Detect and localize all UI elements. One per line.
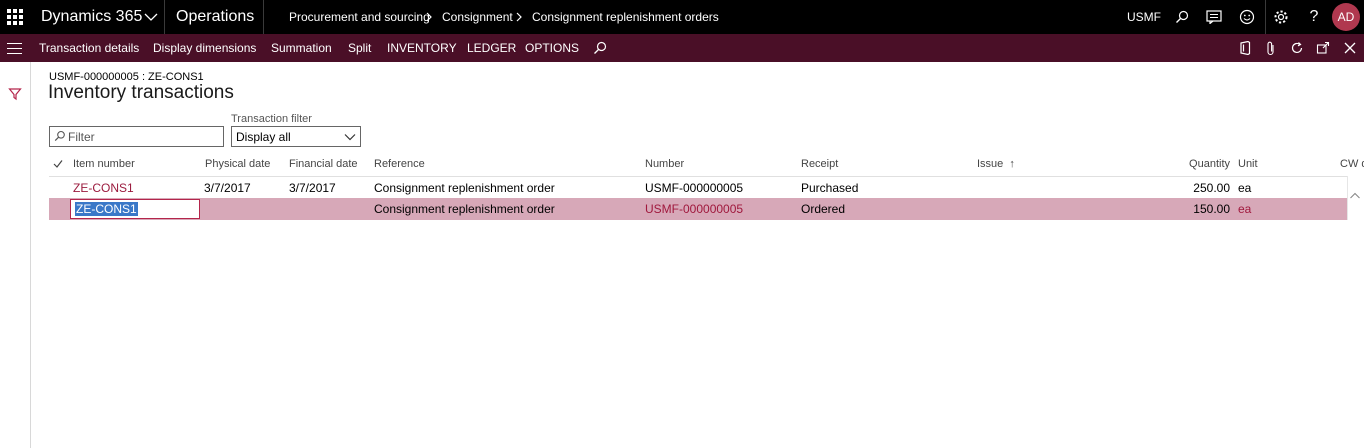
action-split[interactable]: Split — [348, 34, 371, 62]
grid-right-divider — [1347, 176, 1348, 220]
column-header-physical-date[interactable]: Physical date — [205, 158, 270, 174]
message-icon[interactable] — [1198, 0, 1230, 34]
item-number-edit-field[interactable]: ZE-CONS1 — [70, 199, 200, 219]
unit-link[interactable]: ea — [1238, 202, 1251, 216]
office-icon[interactable] — [1236, 39, 1254, 57]
chevron-down-icon[interactable] — [143, 9, 159, 25]
tab-inventory[interactable]: INVENTORY — [387, 34, 457, 62]
search-icon[interactable] — [591, 39, 609, 57]
column-header-unit[interactable]: Unit — [1238, 158, 1258, 174]
quantity-cell: 250.00 — [1193, 181, 1230, 195]
quantity-cell: 150.00 — [1193, 202, 1230, 216]
item-number-link[interactable]: ZE-CONS1 — [73, 181, 134, 195]
table-row-selected[interactable]: ZE-CONS1 Consignment replenishment order… — [49, 198, 1347, 220]
action-transaction-details[interactable]: Transaction details — [39, 34, 139, 62]
column-header-issue-label: Issue — [977, 158, 1004, 170]
chevron-right-icon — [426, 12, 432, 22]
avatar[interactable]: AD — [1332, 3, 1360, 31]
select-all-checkmark-icon[interactable] — [53, 159, 63, 169]
app-launcher-icon[interactable] — [0, 0, 30, 34]
receipt-cell: Purchased — [801, 181, 859, 195]
filter-field[interactable] — [49, 126, 224, 147]
transaction-filter-value: Display all — [236, 130, 291, 144]
column-header-reference[interactable]: Reference — [374, 158, 425, 174]
app-name[interactable]: Dynamics 365 — [41, 0, 142, 34]
attachment-icon[interactable] — [1262, 39, 1280, 57]
gear-icon[interactable] — [1265, 0, 1297, 34]
scroll-up-chevron-icon[interactable] — [1349, 190, 1361, 202]
search-icon[interactable] — [1166, 0, 1198, 34]
breadcrumb-procurement[interactable]: Procurement and sourcing — [289, 0, 430, 34]
financial-date-cell: 3/7/2017 — [289, 181, 336, 195]
column-header-quantity[interactable]: Quantity — [1174, 158, 1230, 174]
tab-ledger[interactable]: LEDGER — [467, 34, 516, 62]
divider — [263, 0, 264, 34]
smiley-icon[interactable] — [1231, 0, 1263, 34]
number-link[interactable]: USMF-000000005 — [645, 202, 743, 216]
table-row[interactable]: ZE-CONS1 3/7/2017 3/7/2017 Consignment r… — [49, 176, 1347, 198]
left-rail — [0, 62, 31, 448]
tab-options[interactable]: OPTIONS — [525, 34, 579, 62]
column-header-financial-date[interactable]: Financial date — [289, 158, 358, 174]
physical-date-cell: 3/7/2017 — [204, 181, 251, 195]
item-number-selected-text: ZE-CONS1 — [75, 202, 138, 216]
receipt-cell: Ordered — [801, 202, 846, 216]
chevron-right-icon — [516, 12, 522, 22]
unit-cell: ea — [1238, 181, 1252, 195]
chevron-down-icon — [344, 134, 356, 141]
column-header-receipt[interactable]: Receipt — [801, 158, 838, 174]
number-cell: USMF-000000005 — [645, 181, 744, 195]
company-selector[interactable]: USMF — [1127, 0, 1161, 34]
column-header-issue[interactable]: Issue ↑ — [977, 158, 1015, 174]
reference-cell: Consignment replenishment order — [374, 181, 555, 195]
refresh-icon[interactable] — [1288, 39, 1306, 57]
transaction-filter-label: Transaction filter — [231, 113, 312, 125]
action-summation[interactable]: Summation — [271, 34, 332, 62]
reference-cell: Consignment replenishment order — [374, 202, 555, 216]
popout-icon[interactable] — [1314, 39, 1332, 57]
module-name[interactable]: Operations — [176, 0, 254, 34]
hamburger-menu-icon[interactable] — [7, 43, 22, 54]
column-header-cw-quantity[interactable]: CW q — [1340, 158, 1364, 174]
action-display-dimensions[interactable]: Display dimensions — [153, 34, 256, 62]
column-header-number[interactable]: Number — [645, 158, 684, 174]
filter-icon[interactable] — [8, 87, 22, 101]
page-title: Inventory transactions — [48, 82, 234, 103]
column-header-item-number[interactable]: Item number — [73, 158, 135, 174]
action-pane: Transaction details Display dimensions S… — [0, 34, 1364, 62]
search-icon — [54, 130, 65, 142]
close-icon[interactable] — [1341, 39, 1359, 57]
top-navigation-bar: Dynamics 365 Operations Procurement and … — [0, 0, 1364, 34]
breadcrumb-consignment[interactable]: Consignment — [442, 0, 513, 34]
transaction-filter-dropdown[interactable]: Display all — [231, 126, 361, 147]
divider — [164, 0, 165, 34]
sort-ascending-icon: ↑ — [1009, 158, 1015, 170]
filter-input[interactable] — [68, 129, 218, 144]
breadcrumb-replenishment-orders[interactable]: Consignment replenishment orders — [532, 0, 719, 34]
help-icon[interactable]: ? — [1298, 0, 1330, 34]
